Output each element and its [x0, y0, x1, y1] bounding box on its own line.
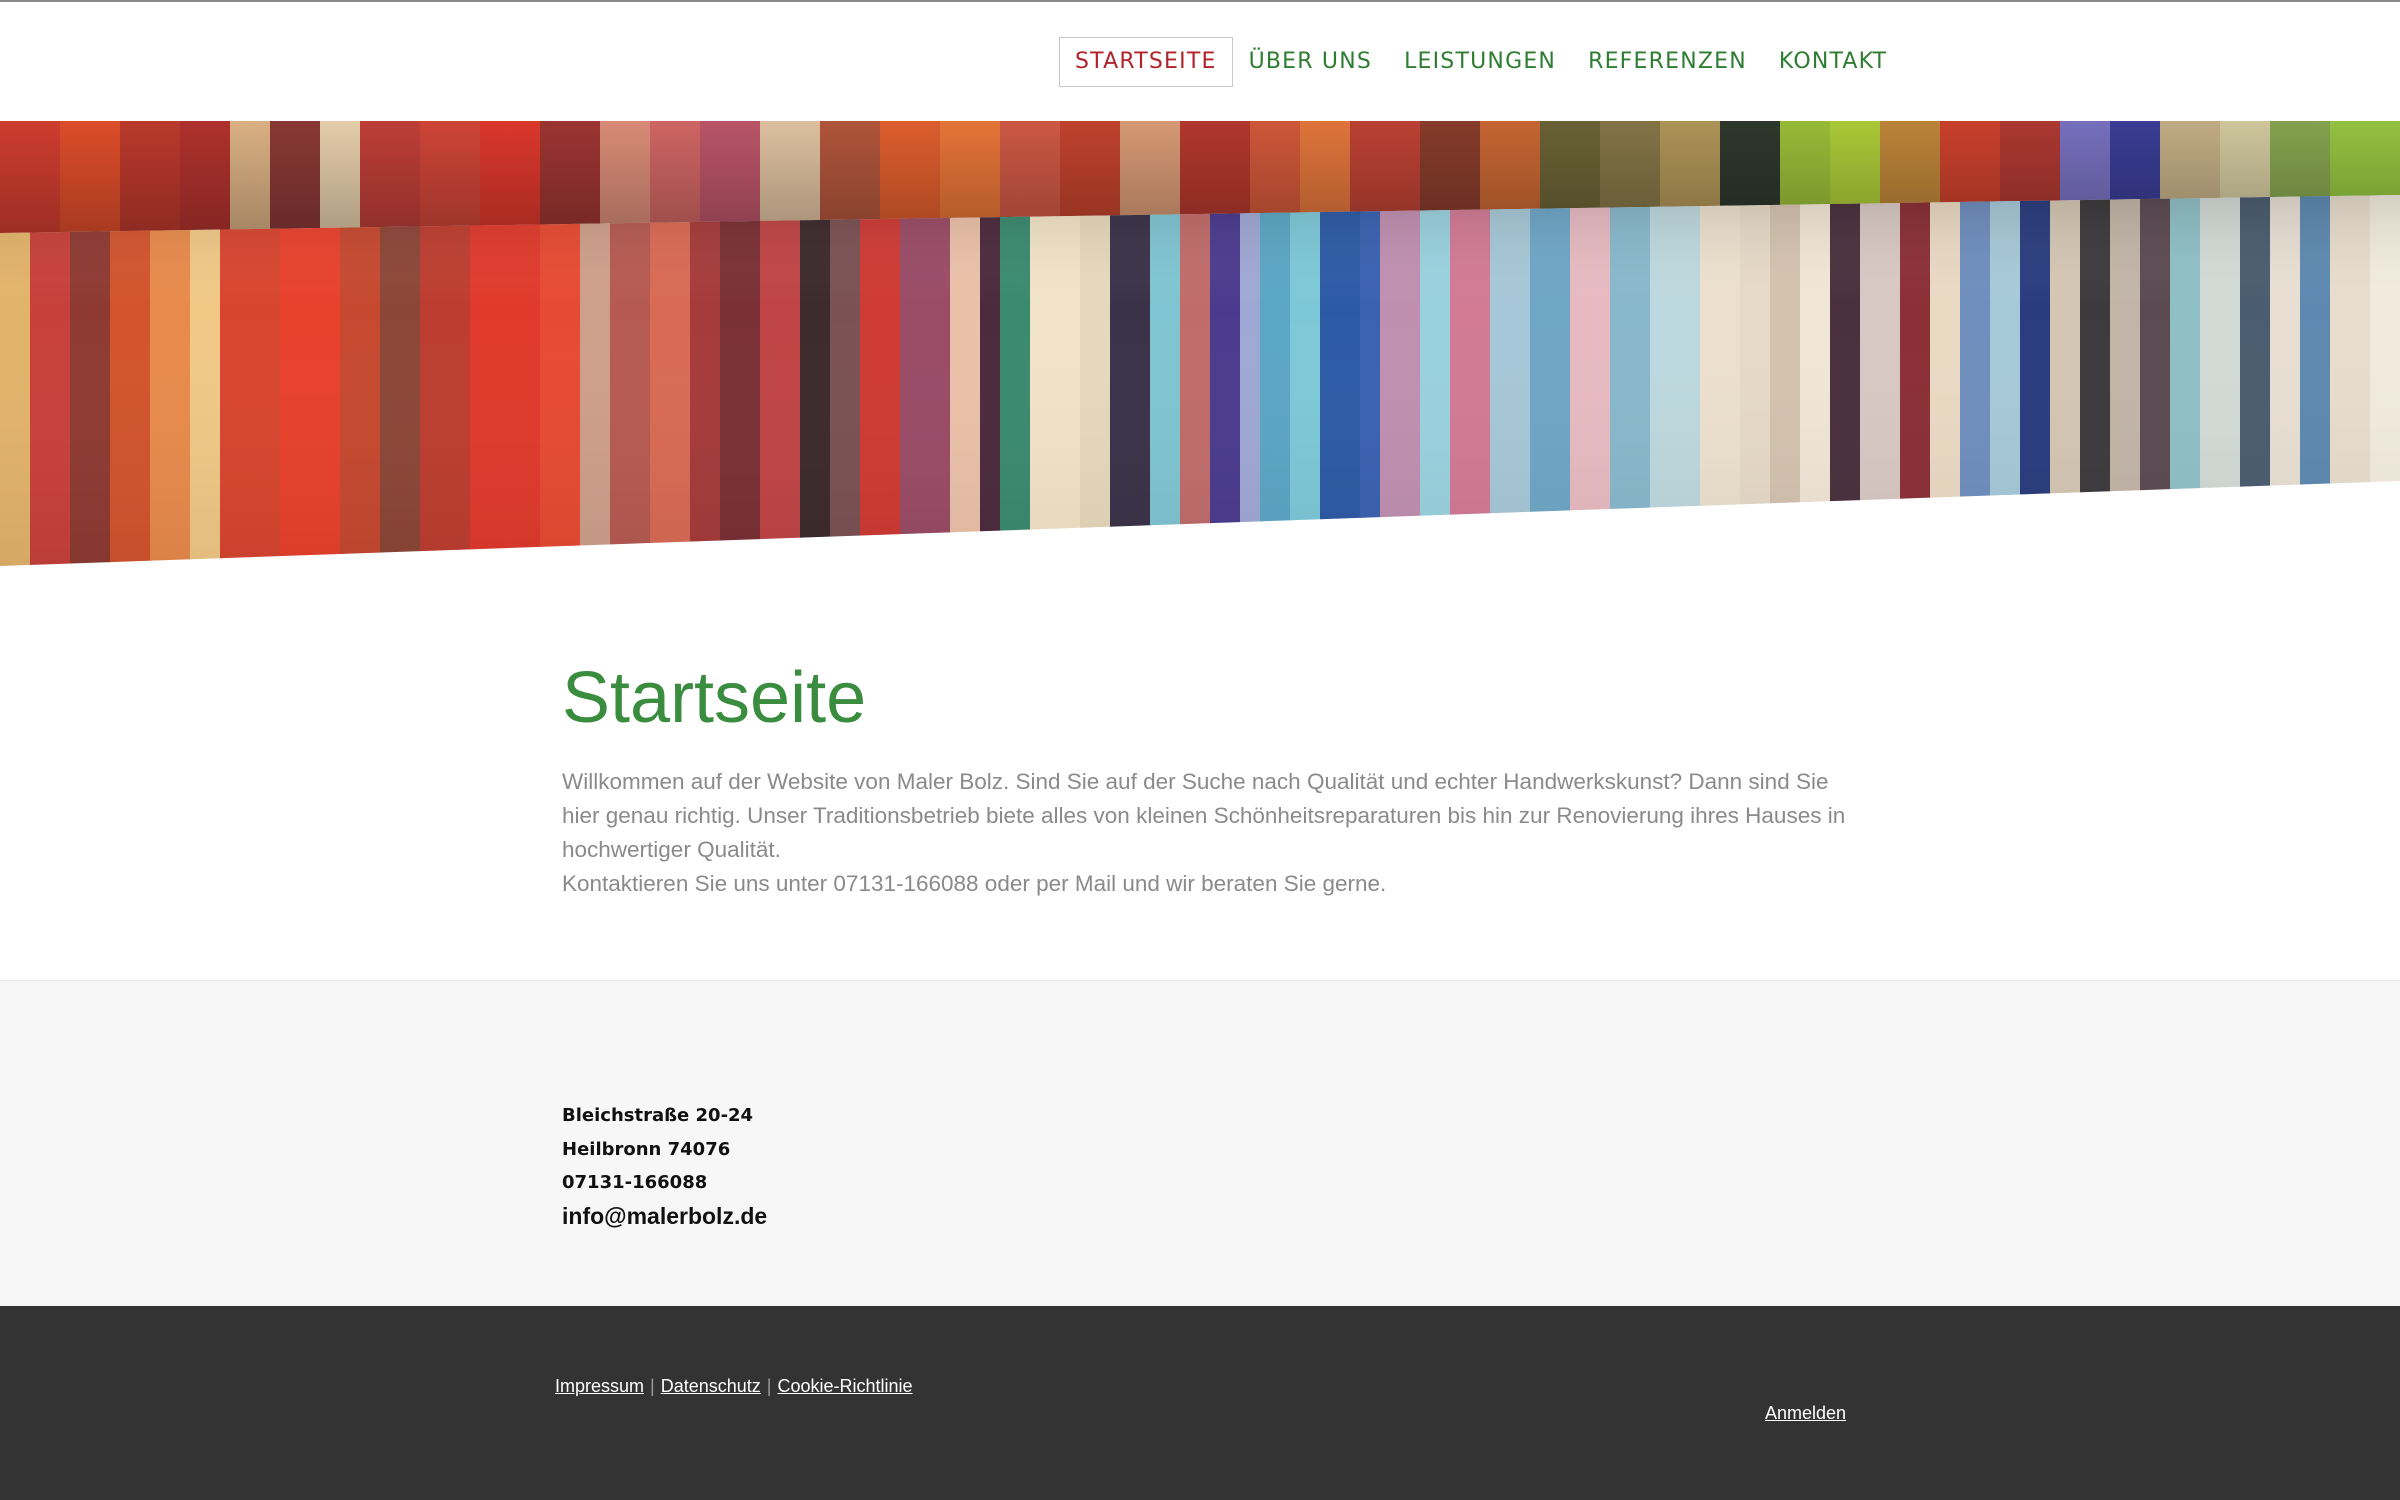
- cookie-policy-link[interactable]: Cookie-Richtlinie: [777, 1376, 912, 1396]
- main-content: Startseite Willkommen auf der Website vo…: [562, 655, 1852, 901]
- contact-invitation-paragraph: Kontaktieren Sie uns unter 07131-166088 …: [562, 871, 1387, 896]
- nav-item-referenzen[interactable]: REFERENZEN: [1572, 37, 1763, 87]
- nav-item-startseite[interactable]: STARTSEITE: [1059, 37, 1233, 87]
- page-title: Startseite: [562, 658, 867, 738]
- impressum-link[interactable]: Impressum: [555, 1376, 644, 1396]
- contact-email[interactable]: info@malerbolz.de: [562, 1200, 767, 1232]
- site-header: STARTSEITE ÜBER UNS LEISTUNGEN REFERENZE…: [0, 2, 2400, 121]
- link-separator: |: [766, 1376, 772, 1396]
- nav-item-kontakt[interactable]: KONTAKT: [1763, 37, 1903, 87]
- contact-phone: 07131-166088: [562, 1172, 708, 1193]
- login-link[interactable]: Anmelden: [1765, 1403, 1846, 1424]
- nav-item-ueber-uns[interactable]: ÜBER UNS: [1233, 37, 1389, 87]
- contact-info-section: Bleichstraße 20-24 Heilbronn 74076 07131…: [0, 980, 2400, 1306]
- hero-stripes-image: [0, 121, 2400, 566]
- nav-item-leistungen[interactable]: LEISTUNGEN: [1388, 37, 1572, 87]
- link-separator: |: [650, 1376, 655, 1396]
- address-street: Bleichstraße 20-24: [562, 1105, 754, 1126]
- address-city: Heilbronn 74076: [562, 1138, 731, 1160]
- intro-text: Willkommen auf der Website von Maler Bol…: [562, 765, 1852, 901]
- legal-links: Impressum | Datenschutz | Cookie-Richtlinie: [555, 1376, 913, 1397]
- address-block: Bleichstraße 20-24 Heilbronn 74076 07131…: [562, 1099, 767, 1232]
- site-footer: Impressum | Datenschutz | Cookie-Richtlinie …: [0, 1306, 2400, 1500]
- datenschutz-link[interactable]: Datenschutz: [661, 1376, 761, 1396]
- hero-banner: [0, 121, 2400, 566]
- main-navigation: STARTSEITE ÜBER UNS LEISTUNGEN REFERENZE…: [1059, 37, 1903, 87]
- intro-paragraph: Willkommen auf der Website von Maler Bol…: [562, 769, 1846, 862]
